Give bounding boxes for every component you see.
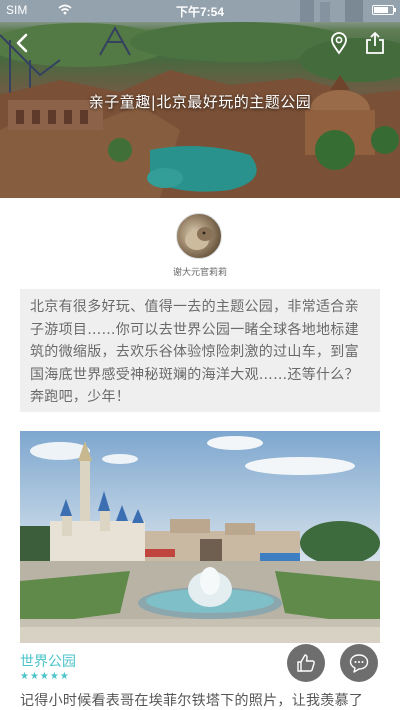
place-name[interactable]: 世界公园 [20,651,76,671]
location-pin-icon [331,32,347,55]
share-button[interactable] [362,30,388,56]
like-button[interactable] [287,644,325,682]
battery-icon [372,5,396,15]
comment-bubble-icon [349,654,369,673]
back-button[interactable] [10,30,36,56]
author-avatar[interactable] [176,213,222,259]
place-photo[interactable] [20,431,380,643]
rating-stars: ★★★★★ [20,671,70,682]
chevron-left-icon [16,33,28,53]
article-title: 亲子童趣|北京最好玩的主题公园 [88,93,312,111]
place-description: 记得小时候看表哥在埃菲尔铁塔下的照片，让我羡慕了 [20,693,364,709]
intro-text: 北京有很多好玩、值得一去的主题公园，非常适合亲子游项目……你可以去世界公园一睹全… [20,289,380,412]
author-name: 谢大元官莉莉 [172,268,227,278]
status-bar: SIM 下午7:54 [0,0,400,20]
comment-button[interactable] [340,644,378,682]
status-time: 下午7:54 [175,5,225,19]
thumbs-up-icon [297,654,315,672]
share-icon [366,32,384,54]
avatar-image [185,227,213,250]
castle-photo [20,431,380,643]
location-button[interactable] [326,30,352,56]
hero-banner: SIM 下午7:54 亲子童趣|北京最好玩的主题公园 [0,0,400,198]
